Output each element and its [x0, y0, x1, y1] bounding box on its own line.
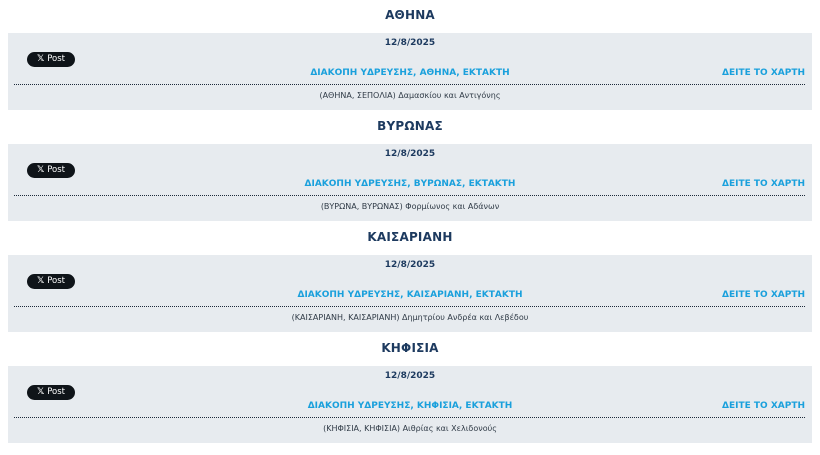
dotted-divider: [14, 84, 805, 85]
dotted-divider: [14, 306, 805, 307]
post-button-label: Post: [47, 387, 66, 397]
x-post-button[interactable]: 𝕏 Post: [27, 274, 75, 289]
region-title: ΒΥΡΩΝΑΣ: [377, 119, 443, 133]
x-post-button[interactable]: 𝕏 Post: [27, 385, 75, 400]
x-post-button[interactable]: 𝕏 Post: [27, 163, 75, 178]
outage-address: (ΑΘΗΝΑ, ΣΕΠΟΛΙΑ) Δαμασκίου και Αντιγόνης: [319, 91, 501, 100]
outage-date: 12/8/2025: [384, 371, 436, 381]
see-map-link[interactable]: ΔΕΙΤΕ ΤΟ ΧΑΡΤΗ: [722, 179, 805, 189]
x-logo-icon: 𝕏: [36, 165, 45, 175]
outage-date: 12/8/2025: [384, 149, 436, 159]
outage-address: (ΒΥΡΩΝΑ, ΒΥΡΩΝΑΣ) Φορμίωνος και Αδάνων: [320, 202, 500, 211]
outage-headline-link[interactable]: ΔΙΑΚΟΠΗ ΥΔΡΕΥΣΗΣ, ΚΗΦΙΣΙΑ, ΕΚΤΑΚΤΗ: [8, 401, 812, 411]
post-button-label: Post: [47, 165, 66, 175]
x-logo-icon: 𝕏: [36, 54, 45, 64]
see-map-link[interactable]: ΔΕΙΤΕ ΤΟ ΧΑΡΤΗ: [722, 401, 805, 411]
water-outage-list: ΑΘΗΝΑ 12/8/2025 𝕏 Post ΔΙΑΚΟΠΗ ΥΔΡΕΥΣΗΣ, …: [0, 0, 820, 455]
x-logo-icon: 𝕏: [36, 276, 45, 286]
outage-date: 12/8/2025: [384, 260, 436, 270]
post-button-label: Post: [47, 276, 66, 286]
outage-date: 12/8/2025: [384, 38, 436, 48]
outage-card: 12/8/2025 𝕏 Post ΔΙΑΚΟΠΗ ΥΔΡΕΥΣΗΣ, ΚΑΙΣΑΡ…: [8, 255, 812, 332]
region-title: ΚΑΙΣΑΡΙΑΝΗ: [367, 230, 453, 244]
outage-address: (ΚΑΙΣΑΡΙΑΝΗ, ΚΑΙΣΑΡΙΑΝΗ) Δημητρίου Ανδρέ…: [291, 313, 529, 322]
outage-card: 12/8/2025 𝕏 Post ΔΙΑΚΟΠΗ ΥΔΡΕΥΣΗΣ, ΑΘΗΝΑ,…: [8, 33, 812, 110]
post-button-label: Post: [47, 54, 66, 64]
region-title: ΑΘΗΝΑ: [385, 8, 435, 22]
outage-card: 12/8/2025 𝕏 Post ΔΙΑΚΟΠΗ ΥΔΡΕΥΣΗΣ, ΚΗΦΙΣΙ…: [8, 366, 812, 443]
outage-headline-link[interactable]: ΔΙΑΚΟΠΗ ΥΔΡΕΥΣΗΣ, ΑΘΗΝΑ, ΕΚΤΑΚΤΗ: [8, 68, 812, 78]
outage-card: 12/8/2025 𝕏 Post ΔΙΑΚΟΠΗ ΥΔΡΕΥΣΗΣ, ΒΥΡΩΝΑ…: [8, 144, 812, 221]
see-map-link[interactable]: ΔΕΙΤΕ ΤΟ ΧΑΡΤΗ: [722, 68, 805, 78]
region-title: ΚΗΦΙΣΙΑ: [381, 341, 439, 355]
dotted-divider: [14, 417, 805, 418]
see-map-link[interactable]: ΔΕΙΤΕ ΤΟ ΧΑΡΤΗ: [722, 290, 805, 300]
x-post-button[interactable]: 𝕏 Post: [27, 52, 75, 67]
dotted-divider: [14, 195, 805, 196]
x-logo-icon: 𝕏: [36, 387, 45, 397]
outage-address: (ΚΗΦΙΣΙΑ, ΚΗΦΙΣΙΑ) Αιθρίας και Χελιδονού…: [323, 424, 497, 433]
outage-headline-link[interactable]: ΔΙΑΚΟΠΗ ΥΔΡΕΥΣΗΣ, ΒΥΡΩΝΑΣ, ΕΚΤΑΚΤΗ: [8, 179, 812, 189]
outage-headline-link[interactable]: ΔΙΑΚΟΠΗ ΥΔΡΕΥΣΗΣ, ΚΑΙΣΑΡΙΑΝΗ, ΕΚΤΑΚΤΗ: [8, 290, 812, 300]
